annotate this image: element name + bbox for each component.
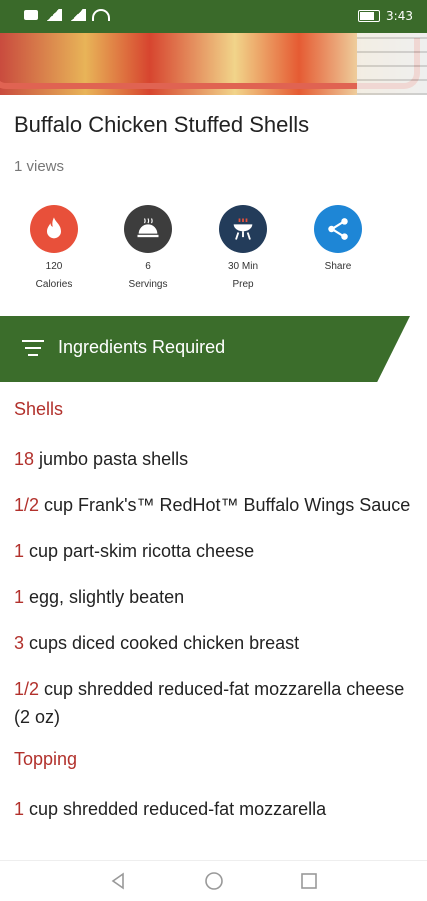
ingredient-quantity: 1	[14, 587, 25, 607]
cooling-rack	[357, 33, 427, 95]
ingredients-list: Shells 18 jumbo pasta shells 1/2 cup Fra…	[14, 395, 414, 841]
stat-calories: 120 Calories	[14, 205, 94, 290]
ingredient-text: cup shredded reduced-fat mozzarella	[24, 799, 327, 819]
group-heading: Topping	[14, 749, 78, 769]
ingredient-text: egg, slightly beaten	[24, 587, 185, 607]
recipe-stats: 120 Calories 6 Servings 30 Min Prep Shar…	[0, 205, 427, 305]
system-nav-bar	[0, 860, 427, 901]
list-item: 1/2 cup shredded reduced-fat mozzarella …	[14, 675, 414, 731]
stat-prep: 30 Min Prep	[203, 205, 283, 290]
ingredient-text: cup shredded reduced-fat mozzarella chee…	[14, 679, 405, 727]
status-time: 3:43	[386, 9, 413, 23]
recipe-title: Buffalo Chicken Stuffed Shells	[14, 112, 310, 137]
share-icon[interactable]	[314, 205, 362, 253]
stat-value: 6	[145, 261, 151, 272]
ingredient-text: jumbo pasta shells	[34, 449, 189, 469]
sim-icon	[24, 10, 38, 20]
signal-icon	[44, 9, 62, 21]
list-item: 3 cups diced cooked chicken breast	[14, 629, 414, 657]
flame-icon	[30, 205, 78, 253]
scroll-fade	[0, 845, 427, 860]
ingredients-header: Ingredients Required	[0, 316, 410, 382]
list-item: 1 cup shredded reduced-fat mozzarella	[14, 795, 414, 823]
ingredient-quantity: 1	[14, 799, 25, 819]
list-item: 1 egg, slightly beaten	[14, 583, 414, 611]
ingredient-text: cup part-skim ricotta cheese	[24, 541, 255, 561]
stat-servings: 6 Servings	[108, 205, 188, 290]
stat-value: 30 Min	[227, 261, 258, 272]
group-heading: Shells	[14, 399, 64, 419]
status-indicators	[24, 9, 110, 21]
battery-icon	[358, 10, 381, 22]
wifi-icon	[92, 9, 110, 21]
section-title: Ingredients Required	[58, 337, 226, 357]
view-count: 1 views	[14, 158, 65, 175]
status-right: 3:43	[358, 9, 413, 23]
recents-icon[interactable]	[299, 871, 319, 891]
list-item: 18 jumbo pasta shells	[14, 445, 414, 473]
recipe-hero-image	[0, 33, 427, 95]
list-item: 1/2 cup Frank's™ RedHot™ Buffalo Wings S…	[14, 491, 414, 519]
signal-icon	[68, 9, 86, 21]
stat-label: Prep	[232, 279, 254, 290]
stat-label: Calories	[35, 279, 73, 290]
status-bar: 3:43	[0, 0, 427, 33]
home-icon[interactable]	[204, 871, 224, 891]
ingredient-quantity: 1/2	[14, 495, 40, 515]
back-icon[interactable]	[108, 871, 128, 891]
list-item: 1 cup part-skim ricotta cheese	[14, 537, 414, 565]
grill-icon	[219, 205, 267, 253]
share-button[interactable]: Share	[298, 205, 378, 272]
ingredient-quantity: 1	[14, 541, 25, 561]
stat-label: Servings	[128, 279, 168, 290]
ingredient-quantity: 18	[14, 449, 35, 469]
stat-value: 120	[45, 261, 63, 272]
ingredient-quantity: 1/2	[14, 679, 40, 699]
stat-label: Share	[324, 261, 352, 272]
filter-icon[interactable]	[22, 340, 44, 361]
ingredient-text: cup Frank's™ RedHot™ Buffalo Wings Sauce	[39, 495, 411, 515]
ingredient-quantity: 3	[14, 633, 25, 653]
cloche-icon	[124, 205, 172, 253]
ingredient-text: cups diced cooked chicken breast	[24, 633, 300, 653]
